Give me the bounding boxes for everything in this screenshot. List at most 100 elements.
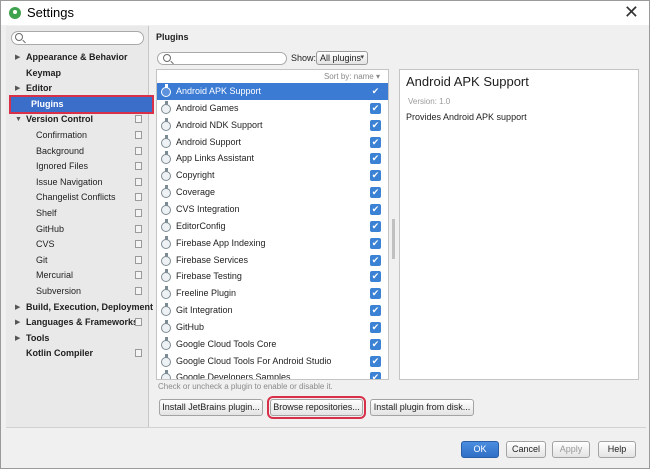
plugin-icon: [161, 269, 171, 283]
plugin-row[interactable]: Freeline Plugin ✔: [157, 285, 388, 302]
plugin-search-input[interactable]: [157, 52, 287, 65]
plugin-enabled-checkbox[interactable]: ✔: [370, 119, 381, 131]
plugin-enabled-checkbox[interactable]: ✔: [370, 237, 381, 249]
sidebar-item-label: Git: [36, 254, 48, 265]
plugin-enabled-checkbox[interactable]: ✔: [370, 271, 381, 283]
plugin-icon: [161, 370, 171, 379]
collapsed-arrow-icon[interactable]: ▶: [15, 81, 20, 96]
apply-button[interactable]: Apply: [552, 441, 590, 458]
collapsed-arrow-icon[interactable]: ▶: [15, 50, 20, 65]
install-plugin-from-disk-button[interactable]: Install plugin from disk...: [370, 399, 474, 416]
plugin-enabled-checkbox[interactable]: ✔: [370, 321, 381, 333]
plugin-row[interactable]: Android Games ✔: [157, 100, 388, 117]
plugin-row[interactable]: EditorConfig ✔: [157, 218, 388, 235]
close-icon[interactable]: ✕: [624, 2, 639, 22]
plugin-detail-pane: Android APK Support Version: 1.0 Provide…: [399, 69, 639, 380]
plugin-row[interactable]: Android NDK Support ✔: [157, 117, 388, 134]
help-button[interactable]: Help: [598, 441, 636, 458]
plugin-list[interactable]: Sort by: name ▾ Android APK Support ✔ Andr…: [156, 69, 389, 380]
plugin-icon: [161, 168, 171, 182]
plugin-row[interactable]: Git Integration ✔: [157, 302, 388, 319]
sidebar-item[interactable]: Issue Navigation: [6, 175, 149, 190]
plugin-row[interactable]: Firebase Testing ✔: [157, 268, 388, 285]
plugin-row[interactable]: Google Developers Samples ✔: [157, 369, 388, 379]
plugin-enabled-checkbox[interactable]: ✔: [370, 220, 381, 232]
plugin-list-scrollbar[interactable]: [391, 69, 396, 380]
plugin-row[interactable]: Android Support ✔: [157, 134, 388, 151]
plugin-enabled-checkbox[interactable]: ✔: [370, 288, 381, 300]
sidebar-item[interactable]: ▶ Appearance & Behavior: [6, 50, 149, 65]
collapsed-arrow-icon[interactable]: ▶: [15, 300, 20, 315]
plugin-name: Git Integration: [176, 305, 233, 316]
install-jetbrains-plugin-button[interactable]: Install JetBrains plugin...: [159, 399, 263, 416]
sidebar-item[interactable]: Ignored Files: [6, 159, 149, 174]
scrollbar-thumb[interactable]: [392, 219, 395, 259]
plugin-enabled-checkbox[interactable]: ✔: [370, 203, 381, 215]
plugin-hint-text: Check or uncheck a plugin to enable or d…: [158, 382, 333, 391]
sidebar-item[interactable]: Subversion: [6, 284, 149, 299]
plugin-row[interactable]: Android APK Support ✔: [157, 83, 388, 100]
plugin-name: Coverage: [176, 187, 216, 198]
plugin-icon: [161, 201, 171, 215]
plugin-row[interactable]: GitHub ✔: [157, 319, 388, 336]
plugin-enabled-checkbox[interactable]: ✔: [370, 136, 381, 148]
plugin-enabled-checkbox[interactable]: ✔: [370, 102, 381, 114]
plugin-enabled-checkbox[interactable]: ✔: [370, 86, 381, 97]
sidebar-item[interactable]: Changelist Conflicts: [6, 190, 149, 205]
show-filter-select[interactable]: All plugins ▾: [316, 51, 368, 65]
expanded-arrow-icon[interactable]: ▼: [15, 112, 22, 127]
sidebar-search-input[interactable]: [11, 31, 144, 45]
plugin-enabled-checkbox[interactable]: ✔: [370, 372, 381, 379]
sidebar-item-label: Version Control: [26, 114, 94, 125]
plugin-row[interactable]: Firebase Services ✔: [157, 252, 388, 269]
project-scope-icon: [135, 146, 142, 155]
cancel-button[interactable]: Cancel: [506, 441, 546, 458]
sidebar-item-label: CVS: [36, 239, 55, 250]
plugin-enabled-checkbox[interactable]: ✔: [370, 187, 381, 199]
plugin-enabled-checkbox[interactable]: ✔: [370, 338, 381, 350]
project-scope-icon: [135, 162, 142, 171]
sidebar-item[interactable]: Mercurial: [6, 268, 149, 283]
sidebar-item[interactable]: Keymap: [6, 66, 149, 81]
project-scope-icon: [135, 271, 142, 280]
plugin-name: Android NDK Support: [176, 119, 263, 130]
plugin-row[interactable]: Firebase App Indexing ✔: [157, 235, 388, 252]
sidebar-item-label: Background: [36, 145, 85, 156]
sidebar-item[interactable]: Confirmation: [6, 128, 149, 143]
plugin-row[interactable]: App Links Assistant ✔: [157, 150, 388, 167]
sidebar-item[interactable]: CVS: [6, 237, 149, 252]
plugin-row[interactable]: Google Cloud Tools For Android Studio ✔: [157, 353, 388, 370]
collapsed-arrow-icon[interactable]: ▶: [15, 331, 20, 346]
plugin-enabled-checkbox[interactable]: ✔: [370, 153, 381, 165]
plugin-enabled-checkbox[interactable]: ✔: [370, 170, 381, 182]
plugin-icon: [161, 252, 171, 266]
sidebar-item[interactable]: GitHub: [6, 222, 149, 237]
sidebar-item[interactable]: Plugins: [9, 94, 154, 114]
sidebar-item[interactable]: ▶ Tools: [6, 331, 149, 346]
sidebar-item[interactable]: ▶ Editor: [6, 81, 149, 96]
plugin-enabled-checkbox[interactable]: ✔: [370, 355, 381, 367]
plugin-row[interactable]: Coverage ✔: [157, 184, 388, 201]
browse-repositories-button[interactable]: Browse repositories...: [267, 396, 366, 419]
sidebar-item[interactable]: Git: [6, 253, 149, 268]
plugin-name: App Links Assistant: [176, 153, 255, 164]
window-title: Settings: [27, 5, 74, 20]
plugin-row[interactable]: CVS Integration ✔: [157, 201, 388, 218]
android-studio-icon: [9, 7, 21, 19]
plugin-icon: [161, 151, 171, 165]
plugin-enabled-checkbox[interactable]: ✔: [370, 254, 381, 266]
collapsed-arrow-icon[interactable]: ▶: [15, 315, 20, 330]
sidebar-item[interactable]: Background: [6, 144, 149, 159]
sidebar-item[interactable]: ▶ Build, Execution, Deployment: [6, 300, 153, 315]
sidebar-item[interactable]: ▼ Version Control: [6, 112, 149, 127]
plugin-name: Copyright: [176, 170, 215, 181]
plugin-enabled-checkbox[interactable]: ✔: [370, 305, 381, 317]
plugin-detail-title: Android APK Support: [406, 74, 529, 89]
sort-by-toggle[interactable]: Sort by: name ▾: [157, 70, 388, 83]
plugin-row[interactable]: Copyright ✔: [157, 167, 388, 184]
plugin-row[interactable]: Google Cloud Tools Core ✔: [157, 336, 388, 353]
ok-button[interactable]: OK: [461, 441, 499, 458]
sidebar-item[interactable]: Shelf: [6, 206, 149, 221]
sidebar-item[interactable]: ▶ Languages & Frameworks: [6, 315, 149, 330]
sidebar-item[interactable]: Kotlin Compiler: [6, 346, 149, 361]
